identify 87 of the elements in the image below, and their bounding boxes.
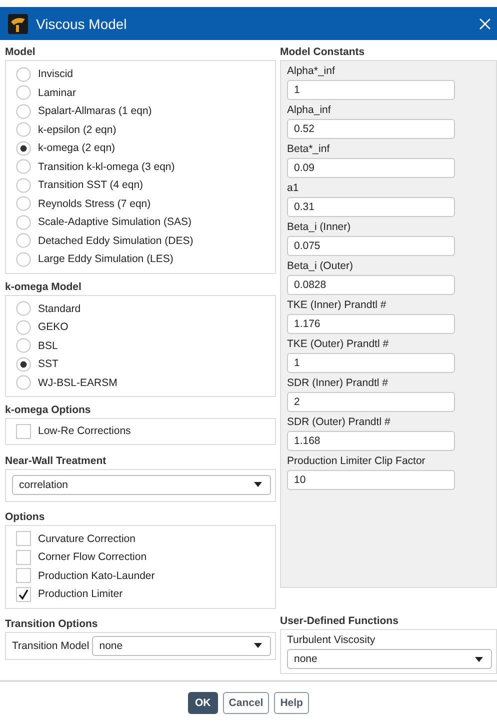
input-field[interactable]: 0.52 — [287, 119, 455, 139]
section-title: Options — [5, 510, 46, 524]
input-field[interactable]: 10 — [287, 470, 455, 490]
checkbox[interactable] — [16, 586, 31, 602]
field-label: a1 — [287, 182, 300, 195]
checkmark-icon — [18, 588, 29, 600]
radio-button-selected[interactable] — [16, 140, 31, 156]
radio-button[interactable] — [16, 104, 31, 119]
section-title: Near-Wall Treatment — [5, 454, 108, 468]
radio-button[interactable] — [16, 85, 31, 100]
close-icon[interactable] — [479, 18, 491, 30]
option-label: BSL — [38, 340, 58, 352]
dialog-button[interactable]: OK — [188, 692, 218, 714]
radio-button[interactable] — [16, 196, 31, 212]
option-label: Transition k-kl-omega (3 eqn) — [38, 160, 175, 173]
section-title: User-Defined Functions — [280, 614, 400, 629]
section-title: Model Constants — [280, 45, 366, 60]
app-icon — [8, 14, 28, 34]
radio-button[interactable] — [16, 178, 31, 193]
field-label: Beta_i (Outer) — [287, 260, 354, 273]
input-field[interactable]: 1 — [287, 80, 455, 100]
section-title: k-omega Options — [5, 403, 92, 418]
radio-button[interactable] — [16, 375, 31, 390]
field-label: TKE (Outer) Prandtl # — [287, 338, 390, 351]
field-label: TKE (Inner) Prandtl # — [287, 299, 388, 312]
field-label: SDR (Outer) Prandtl # — [287, 416, 392, 429]
section-title: Transition Options — [5, 616, 99, 632]
option-label: k-epsilon (2 eqn) — [38, 124, 116, 136]
field-label: Turbulent Viscosity — [287, 634, 376, 647]
dialog-button[interactable]: Cancel — [222, 692, 270, 714]
option-label: GEKO — [38, 321, 68, 334]
radio-button[interactable] — [16, 320, 31, 335]
option-label: SST — [38, 358, 58, 370]
option-label: Laminar — [38, 86, 76, 99]
checkbox-label: Corner Flow Correction — [38, 551, 147, 564]
checkbox[interactable] — [16, 568, 31, 584]
input-field[interactable]: 1.168 — [287, 431, 455, 451]
section-title: Model — [5, 45, 36, 60]
caret-icon — [254, 643, 262, 648]
option-label: Reynolds Stress (7 eqn) — [38, 198, 151, 210]
field-label: Alpha*_inf — [287, 65, 336, 78]
radio-button[interactable] — [16, 233, 31, 248]
caret-icon — [254, 482, 262, 487]
field-label: Production Limiter Clip Factor — [287, 455, 426, 468]
input-field[interactable]: 1.176 — [287, 314, 455, 334]
option-label: Transition SST (4 eqn) — [38, 179, 144, 192]
input-field[interactable]: 0.09 — [287, 158, 455, 178]
option-label: k-omega (2 eqn) — [38, 142, 116, 154]
option-label: Standard — [38, 302, 81, 315]
option-label: Detached Eddy Simulation (DES) — [38, 234, 194, 247]
checkbox[interactable] — [16, 550, 31, 565]
radio-button[interactable] — [16, 338, 31, 354]
field-label: SDR (Inner) Prandtl # — [287, 377, 389, 390]
input-field[interactable]: 0.075 — [287, 236, 455, 256]
checkbox[interactable] — [16, 424, 31, 439]
dialog-button[interactable]: Help — [274, 692, 309, 714]
input-field[interactable]: 2 — [287, 392, 455, 412]
window-title: Viscous Model — [36, 16, 128, 32]
option-label: Inviscid — [38, 68, 74, 80]
input-field[interactable]: 0.31 — [287, 197, 455, 217]
option-label: Scale-Adaptive Simulation (SAS) — [38, 216, 192, 228]
input-field[interactable]: 1 — [287, 353, 455, 373]
field-label: Transition Model — [12, 640, 90, 652]
section-title: k-omega Model — [5, 280, 82, 294]
caret-icon — [475, 656, 483, 662]
radio-button[interactable] — [16, 252, 31, 267]
radio-button[interactable] — [16, 66, 31, 82]
radio-button[interactable] — [16, 122, 31, 138]
option-label: WJ-BSL-EARSM — [38, 376, 118, 389]
checkbox-label: Production Kato-Launder — [38, 570, 155, 582]
transition-model-dropdown[interactable]: none — [92, 636, 271, 656]
field-label: Beta*_inf — [287, 143, 331, 156]
field-label: Beta_i (Inner) — [287, 221, 352, 234]
radio-button[interactable] — [16, 159, 31, 174]
field-label: Alpha_inf — [287, 104, 332, 117]
option-label: Spalart-Allmaras (1 eqn) — [38, 105, 152, 118]
turbulent-viscosity-dropdown[interactable]: none — [287, 649, 492, 669]
radio-button[interactable] — [16, 301, 31, 316]
input-field[interactable]: 0.0828 — [287, 275, 455, 295]
near-wall-treatment-dropdown[interactable]: correlation — [12, 474, 271, 494]
checkbox-label: Curvature Correction — [38, 532, 136, 545]
checkbox[interactable] — [16, 531, 31, 546]
checkbox-label: Production Limiter — [38, 588, 123, 600]
checkbox-label: Low-Re Corrections — [38, 425, 131, 438]
option-label: Large Eddy Simulation (LES) — [38, 253, 174, 266]
radio-button-selected[interactable] — [16, 356, 31, 372]
radio-button[interactable] — [16, 214, 31, 230]
